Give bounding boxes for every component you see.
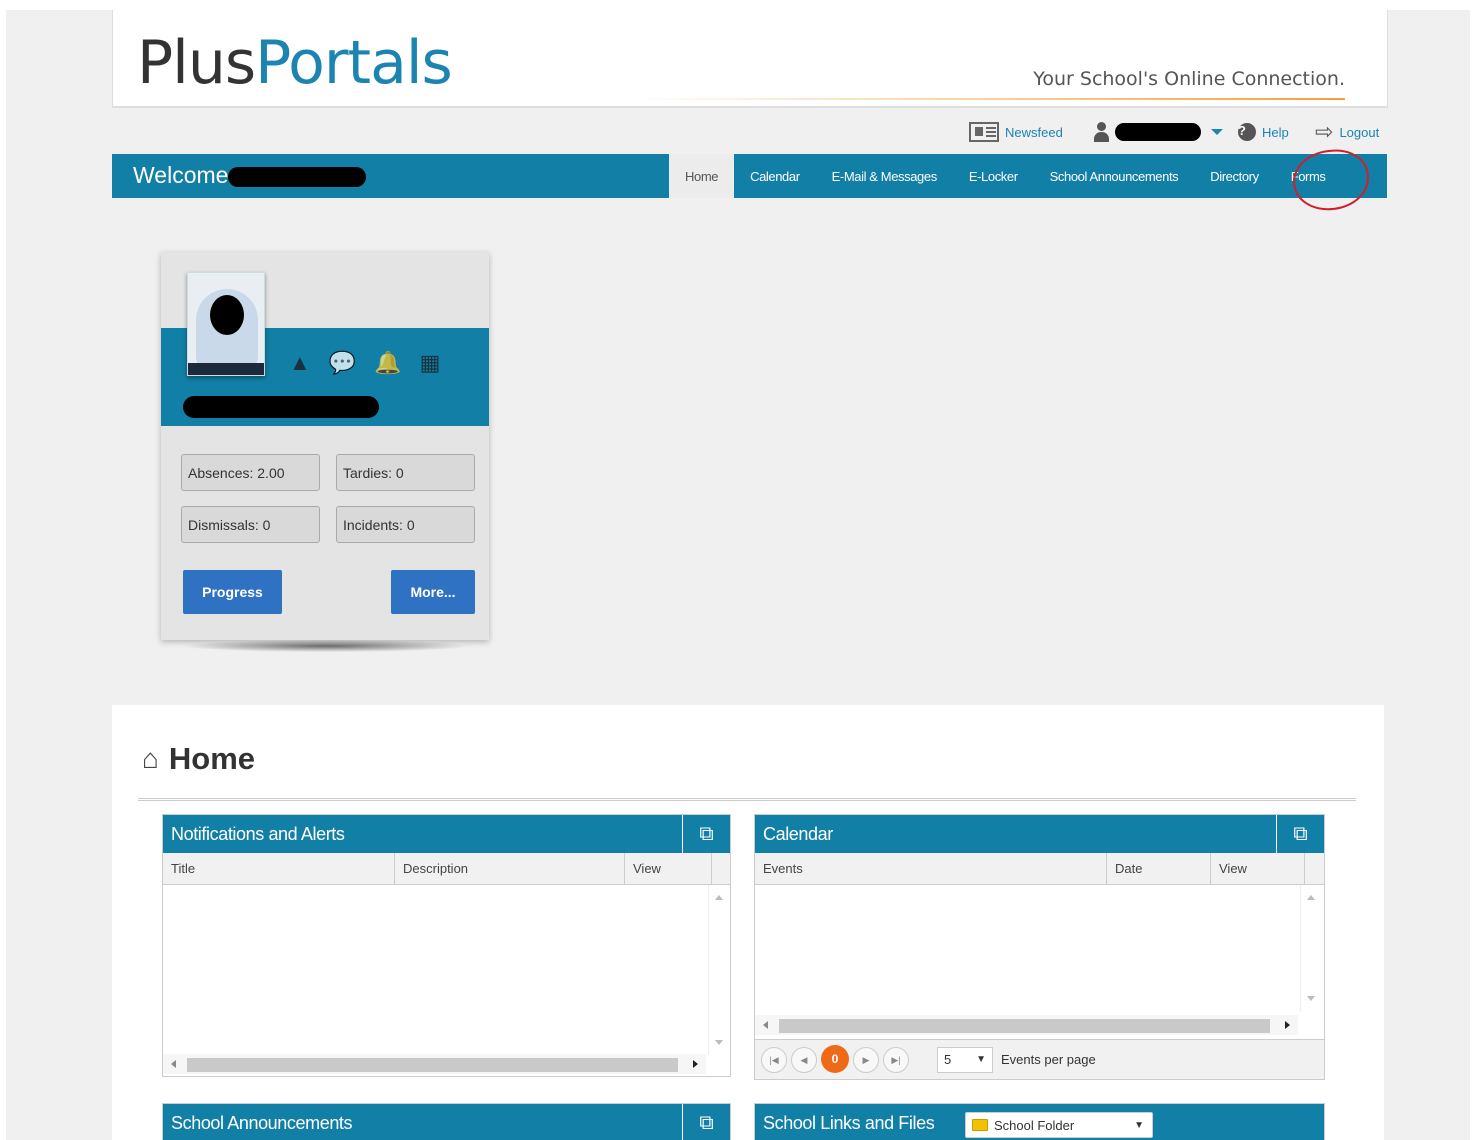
external-link-icon[interactable]: ⧉ (682, 1104, 730, 1140)
user-icon (1093, 122, 1109, 142)
tab-school-announcements[interactable]: School Announcements (1034, 154, 1195, 198)
vertical-scrollbar[interactable] (708, 885, 728, 1055)
dismissals-stat: Dismissals: 0 (181, 506, 320, 543)
folder-icon (972, 1119, 988, 1131)
bell-icon[interactable]: 🔔 (374, 350, 401, 376)
help-label: Help (1262, 124, 1289, 140)
first-page-icon[interactable]: |◀ (761, 1047, 787, 1073)
title-divider (138, 798, 1356, 801)
tab-elocker[interactable]: E-Locker (953, 154, 1034, 198)
chat-icon[interactable]: 💬 (329, 350, 356, 376)
horizontal-scrollbar[interactable] (163, 1054, 706, 1074)
announcements-header: School Announcements ⧉ (163, 1104, 730, 1140)
newsfeed-link[interactable]: Newsfeed (969, 118, 1063, 146)
redacted-student-name (183, 396, 379, 418)
folder-select-value: School Folder (994, 1117, 1075, 1133)
notifications-grid-header: Title Description View (163, 853, 730, 885)
page-size-value: 5 (944, 1052, 952, 1067)
card-shadow (186, 640, 466, 652)
next-page-icon[interactable]: ▶ (853, 1047, 879, 1073)
more-button[interactable]: More... (391, 570, 475, 614)
horizontal-scrollbar[interactable] (755, 1015, 1298, 1035)
logo-portals-text: Portals (255, 28, 453, 98)
tab-calendar[interactable]: Calendar (734, 154, 816, 198)
prev-page-icon[interactable]: ◀ (791, 1047, 817, 1073)
column-header-date[interactable]: Date (1107, 853, 1211, 885)
home-panel: ⌂ Home Notifications and Alerts ⧉ Title … (112, 705, 1384, 1140)
external-link-icon[interactable]: ⧉ (1276, 815, 1324, 853)
calendar-icon[interactable]: ▦ (420, 350, 441, 376)
links-header: School Links and Files School Folder ▼ (755, 1104, 1324, 1140)
newsfeed-icon (969, 122, 999, 142)
header-banner: PlusPortals Your School's Online Connect… (112, 10, 1388, 108)
redacted-username (1115, 123, 1201, 141)
incidents-stat: Incidents: 0 (336, 506, 475, 543)
logo-plus-text: Plus (137, 28, 256, 98)
tab-home[interactable]: Home (669, 154, 735, 198)
column-header-events[interactable]: Events (755, 853, 1107, 885)
absences-stat: Absences: 2.00 (181, 454, 320, 491)
external-link-icon[interactable]: ⧉ (682, 815, 730, 853)
per-page-label: Events per page (1001, 1052, 1096, 1067)
tab-directory[interactable]: Directory (1194, 154, 1274, 198)
pluspotals-logo[interactable]: PlusPortals (137, 28, 453, 98)
last-page-icon[interactable]: ▶| (883, 1047, 909, 1073)
announcements-title: School Announcements (171, 1113, 353, 1133)
folder-select[interactable]: School Folder ▼ (965, 1112, 1153, 1138)
calendar-pager: |◀ ◀ 0 ▶ ▶| 5 ▼ Events per page (755, 1039, 1324, 1079)
logout-label: Logout (1339, 124, 1380, 140)
column-header-description[interactable]: Description (395, 853, 625, 885)
tab-email-messages[interactable]: E-Mail & Messages (816, 154, 953, 198)
notifications-widget: Notifications and Alerts ⧉ Title Descrip… (162, 814, 731, 1077)
logout-icon: ⇨ (1315, 119, 1334, 144)
notifications-header: Notifications and Alerts ⧉ (163, 815, 730, 853)
page-title-text: Home (168, 741, 256, 776)
progress-button[interactable]: Progress (183, 570, 282, 614)
user-menu[interactable] (1093, 118, 1223, 146)
calendar-grid-header: Events Date View (755, 853, 1324, 885)
redacted-welcome-name (228, 167, 366, 187)
tardies-stat: Tardies: 0 (336, 454, 475, 491)
dropdown-arrow-icon: ▼ (1134, 1120, 1144, 1131)
announcements-widget: School Announcements ⧉ (162, 1103, 731, 1140)
chevron-down-icon (1211, 129, 1223, 135)
help-icon: ? (1238, 123, 1256, 141)
dropdown-arrow-icon: ▼ (976, 1054, 986, 1065)
nav-tabs: Home Calendar E-Mail & Messages E-Locker… (669, 154, 1342, 198)
current-page-badge[interactable]: 0 (821, 1045, 849, 1073)
notifications-title: Notifications and Alerts (171, 824, 345, 844)
vertical-scrollbar[interactable] (1300, 885, 1320, 1011)
column-header-title[interactable]: Title (163, 853, 395, 885)
student-photo (187, 272, 265, 376)
home-icon: ⌂ (142, 743, 159, 774)
student-card: ▲ 💬 🔔 ▦ Absences: 2.00 Tardies: 0 Dismis… (161, 252, 489, 640)
calendar-widget: Calendar ⧉ Events Date View |◀ ◀ 0 ▶ ▶| … (754, 814, 1325, 1080)
welcome-text: Welcome (133, 162, 229, 188)
student-status-icons: ▲ 💬 🔔 ▦ (289, 350, 440, 376)
column-header-view[interactable]: View (625, 853, 712, 885)
calendar-header: Calendar ⧉ (755, 815, 1324, 853)
links-widget: School Links and Files School Folder ▼ (754, 1103, 1325, 1140)
tagline: Your School's Online Connection. (1033, 68, 1345, 90)
newsfeed-label: Newsfeed (1005, 124, 1063, 140)
column-header-view[interactable]: View (1211, 853, 1305, 885)
main-navbar: Welcome Home Calendar E-Mail & Messages … (112, 154, 1387, 198)
logout-link[interactable]: ⇨ Logout (1315, 118, 1379, 146)
page-size-select[interactable]: 5 ▼ (937, 1047, 993, 1073)
page-title: ⌂ Home (142, 741, 255, 777)
help-link[interactable]: ? Help (1238, 118, 1289, 146)
links-title: School Links and Files (763, 1113, 935, 1133)
warning-icon[interactable]: ▲ (289, 350, 311, 376)
tagline-underline (633, 98, 1345, 100)
calendar-title: Calendar (763, 824, 833, 844)
